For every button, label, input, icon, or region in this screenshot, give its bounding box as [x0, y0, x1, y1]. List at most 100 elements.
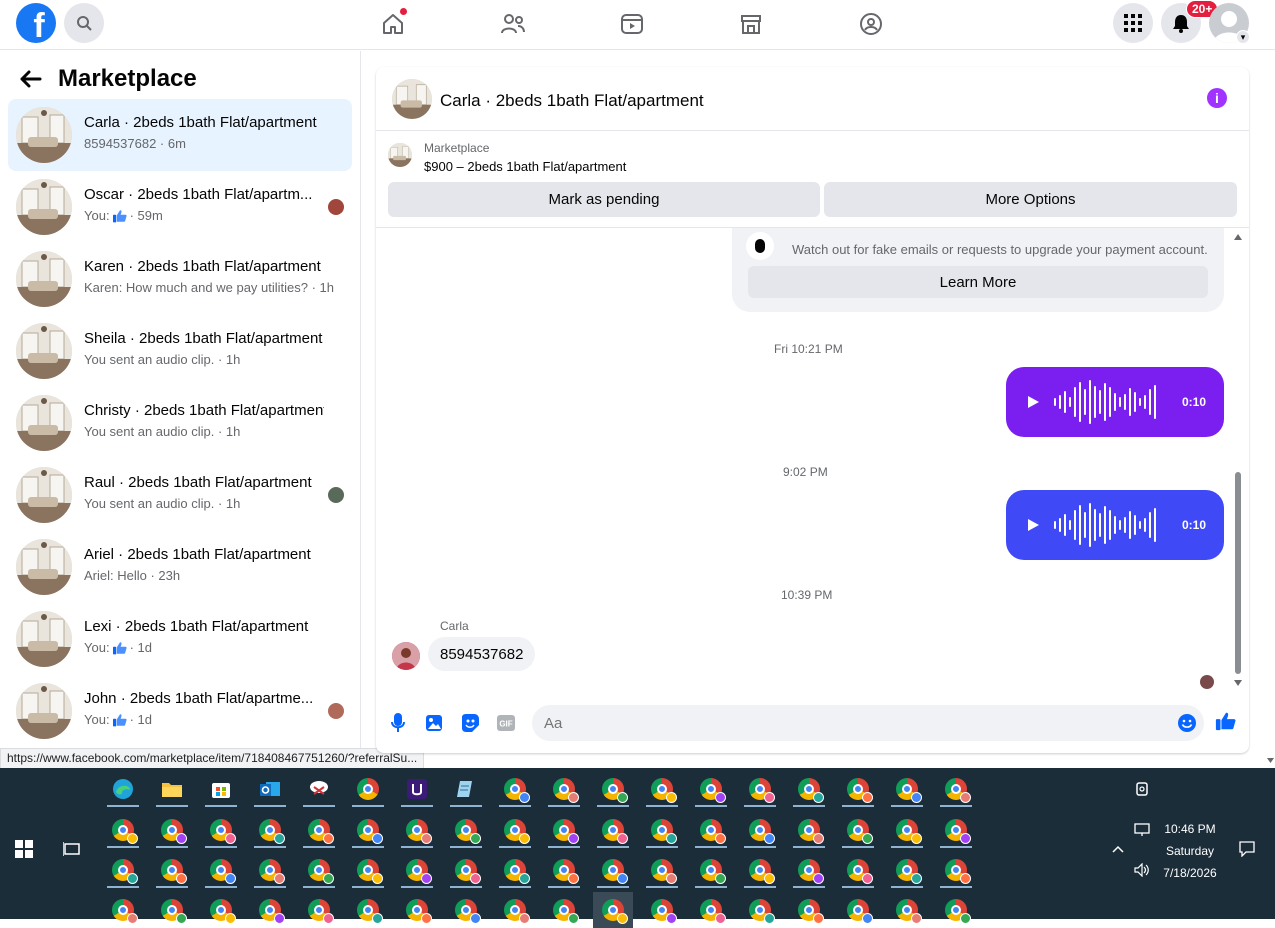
chrome-profile-icon[interactable]: [152, 852, 192, 888]
chrome-profile-icon[interactable]: [103, 852, 143, 888]
play-icon[interactable]: [1026, 518, 1040, 532]
chrome-profile-icon[interactable]: [495, 812, 535, 848]
scrollbar-thumb[interactable]: [1235, 472, 1241, 674]
chrome-profile-icon[interactable]: [936, 852, 976, 888]
search-button[interactable]: [64, 3, 104, 43]
chrome-profile-icon[interactable]: [593, 812, 633, 848]
listing-thumbnail[interactable]: [392, 79, 432, 119]
conversation-list-item[interactable]: Sheila · 2beds 1bath Flat/apartment You s…: [8, 315, 352, 387]
chrome-profile-icon[interactable]: [838, 771, 878, 807]
listing-price[interactable]: $900 – 2beds 1bath Flat/apartment: [424, 159, 626, 174]
notepad-icon[interactable]: [446, 771, 486, 807]
chrome-profile-icon[interactable]: [446, 852, 486, 888]
chrome-profile-icon[interactable]: [544, 771, 584, 807]
chrome-profile-icon[interactable]: [789, 812, 829, 848]
chrome-profile-icon[interactable]: [642, 852, 682, 888]
conversation-list-item[interactable]: Christy · 2beds 1bath Flat/apartment You …: [8, 387, 352, 459]
chrome-profile-icon[interactable]: [348, 892, 388, 928]
chrome-profile-icon[interactable]: [740, 892, 780, 928]
chrome-profile-icon[interactable]: [495, 892, 535, 928]
outlook-icon[interactable]: [250, 771, 290, 807]
conversation-list-item[interactable]: Oscar · 2beds 1bath Flat/apartm... You: · …: [8, 171, 352, 243]
file-explorer-icon[interactable]: [152, 771, 192, 807]
chrome-profile-icon[interactable]: [544, 812, 584, 848]
chrome-profile-icon[interactable]: [642, 812, 682, 848]
chrome-profile-icon[interactable]: [348, 812, 388, 848]
chrome-profile-icon[interactable]: [250, 852, 290, 888]
tor-browser-icon[interactable]: [397, 771, 437, 807]
microsoft-store-icon[interactable]: [201, 771, 241, 807]
chrome-profile-icon[interactable]: [593, 892, 633, 928]
edge-icon[interactable]: [103, 771, 143, 807]
chrome-profile-icon[interactable]: [201, 892, 241, 928]
chrome-profile-icon[interactable]: [201, 812, 241, 848]
chrome-profile-icon[interactable]: [593, 852, 633, 888]
chevron-down-icon[interactable]: ▾: [1236, 30, 1250, 44]
volume-icon[interactable]: [1122, 852, 1162, 888]
message-scrollbar[interactable]: [1233, 228, 1243, 693]
chrome-profile-icon[interactable]: [936, 812, 976, 848]
page-scrollbar[interactable]: [1266, 51, 1275, 768]
chrome-profile-icon[interactable]: [299, 892, 339, 928]
chrome-profile-icon[interactable]: [740, 852, 780, 888]
sender-avatar[interactable]: [392, 642, 420, 670]
chrome-profile-icon[interactable]: [789, 892, 829, 928]
chrome-profile-icon[interactable]: [740, 771, 780, 807]
chrome-profile-icon[interactable]: [348, 852, 388, 888]
chrome-profile-icon[interactable]: [544, 852, 584, 888]
conversation-list-item[interactable]: Raul · 2beds 1bath Flat/apartment You sen…: [8, 459, 352, 531]
chrome-profile-icon[interactable]: [201, 852, 241, 888]
conversation-list-item[interactable]: John · 2beds 1bath Flat/apartme... You: · …: [8, 675, 352, 747]
watch-nav-button[interactable]: [612, 6, 652, 42]
network-icon[interactable]: [1122, 812, 1162, 848]
chrome-profile-icon[interactable]: [838, 852, 878, 888]
mark-as-pending-button[interactable]: Mark as pending: [388, 182, 820, 217]
conversation-list-item[interactable]: Lexi · 2beds 1bath Flat/apartment You: · 1…: [8, 603, 352, 675]
like-icon[interactable]: [1215, 710, 1237, 732]
chrome-profile-icon[interactable]: [642, 892, 682, 928]
emoji-icon[interactable]: [1176, 712, 1198, 734]
chrome-profile-icon[interactable]: [642, 771, 682, 807]
chrome-profile-icon[interactable]: [691, 852, 731, 888]
more-options-button[interactable]: More Options: [824, 182, 1237, 217]
conversation-list-item[interactable]: Ariel · 2beds 1bath Flat/apartment Ariel:…: [8, 531, 352, 603]
chrome-profile-icon[interactable]: [495, 852, 535, 888]
clock-time[interactable]: 10:46 PM: [1158, 822, 1222, 836]
chrome-profile-icon[interactable]: [838, 812, 878, 848]
chrome-profile-icon[interactable]: [789, 852, 829, 888]
facebook-logo[interactable]: f: [16, 3, 56, 43]
scroll-down-icon[interactable]: [1234, 680, 1242, 686]
chrome-profile-icon[interactable]: [397, 892, 437, 928]
marketplace-nav-button[interactable]: [731, 6, 771, 42]
chrome-profile-icon[interactable]: [740, 812, 780, 848]
snipping-tool-icon[interactable]: [299, 771, 339, 807]
chrome-profile-icon[interactable]: [299, 812, 339, 848]
info-icon[interactable]: i: [1207, 88, 1227, 108]
home-nav-button[interactable]: [373, 6, 413, 42]
chrome-profile-icon[interactable]: [250, 812, 290, 848]
back-arrow-icon[interactable]: [20, 67, 44, 91]
chrome-profile-icon[interactable]: [544, 892, 584, 928]
sticker-icon[interactable]: [459, 712, 481, 734]
task-view-icon[interactable]: [52, 831, 92, 867]
conversation-list-item[interactable]: Karen · 2beds 1bath Flat/apartment Karen:…: [8, 243, 352, 315]
chrome-profile-icon[interactable]: [103, 892, 143, 928]
chrome-profile-icon[interactable]: [691, 892, 731, 928]
clock-date[interactable]: 7/18/2026: [1158, 866, 1222, 880]
message-input[interactable]: [532, 705, 1204, 741]
chrome-profile-icon[interactable]: [789, 771, 829, 807]
windows-start-icon[interactable]: [4, 831, 44, 867]
audio-clip-message[interactable]: 0:10: [1006, 490, 1224, 560]
chrome-profile-icon[interactable]: [887, 771, 927, 807]
photo-icon[interactable]: [423, 712, 445, 734]
chrome-profile-icon[interactable]: [838, 892, 878, 928]
chrome-profile-icon[interactable]: [495, 771, 535, 807]
meet-now-icon[interactable]: [1122, 771, 1162, 807]
chrome-profile-icon[interactable]: [593, 771, 633, 807]
chrome-profile-icon[interactable]: [152, 892, 192, 928]
scroll-up-icon[interactable]: [1234, 234, 1242, 240]
incoming-message-bubble[interactable]: 8594537682: [428, 637, 536, 671]
microphone-icon[interactable]: [387, 712, 409, 734]
groups-nav-button[interactable]: [851, 6, 891, 42]
friends-nav-button[interactable]: [493, 6, 533, 42]
